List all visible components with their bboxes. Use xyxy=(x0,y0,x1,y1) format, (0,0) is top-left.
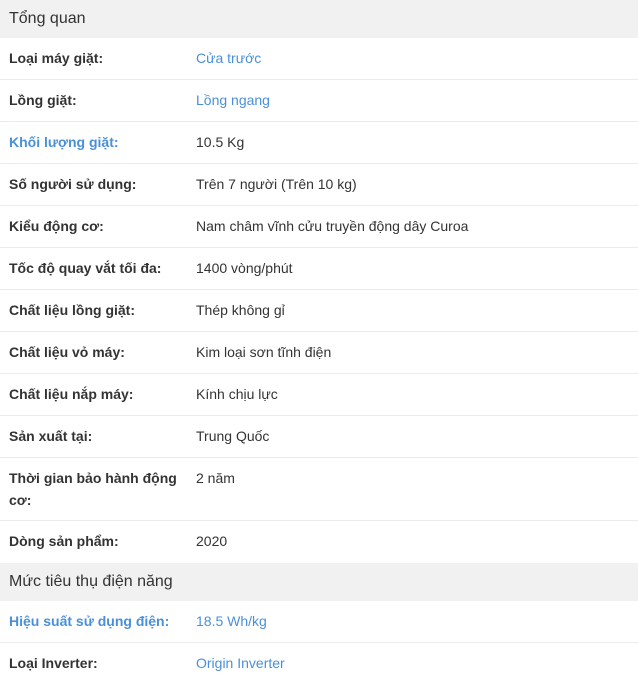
spec-value: Thép không gỉ xyxy=(196,302,285,318)
spec-value-link[interactable]: Origin Inverter xyxy=(196,652,638,674)
spec-label-link[interactable]: Hiệu suất sử dụng điện: xyxy=(0,610,196,632)
spec-row-body-material: Chất liệu vỏ máy: Kim loại sơn tĩnh điện xyxy=(0,332,638,374)
spec-label: Lồng giặt: xyxy=(9,92,77,108)
spec-label: Loại Inverter: xyxy=(9,655,98,671)
spec-label: Chất liệu nắp máy: xyxy=(9,386,134,402)
spec-value-link[interactable]: Lồng ngang xyxy=(196,89,638,111)
spec-value-link[interactable]: Cửa trước xyxy=(196,47,638,69)
spec-label: Tốc độ quay vắt tối đa: xyxy=(9,260,162,276)
spec-value: Nam châm vĩnh cửu truyền động dây Curoa xyxy=(196,218,469,234)
section-header-overview: Tổng quan xyxy=(0,0,638,38)
spec-row-inverter-type: Loại Inverter: Origin Inverter xyxy=(0,643,638,685)
spec-label: Sản xuất tại: xyxy=(9,428,93,444)
spec-label: Dòng sản phẩm: xyxy=(9,533,119,549)
spec-row-drum-type: Lồng giặt: Lồng ngang xyxy=(0,80,638,122)
section-header-power-consumption: Mức tiêu thụ điện năng xyxy=(0,563,638,601)
spec-row-lid-material: Chất liệu nắp máy: Kính chịu lực xyxy=(0,374,638,416)
spec-label-link[interactable]: Khối lượng giặt: xyxy=(0,131,196,153)
spec-row-spin-speed: Tốc độ quay vắt tối đa: 1400 vòng/phút xyxy=(0,248,638,290)
spec-value: 2 năm xyxy=(196,470,235,486)
spec-row-drum-material: Chất liệu lồng giặt: Thép không gỉ xyxy=(0,290,638,332)
spec-label: Số người sử dụng: xyxy=(9,176,137,192)
spec-value: Trung Quốc xyxy=(196,428,270,444)
spec-panel: Tổng quan Loại máy giặt: Cửa trước Lồng … xyxy=(0,0,638,685)
spec-label: Chất liệu lồng giặt: xyxy=(9,302,135,318)
spec-label: Loại máy giặt: xyxy=(9,50,104,66)
spec-row-users: Số người sử dụng: Trên 7 người (Trên 10 … xyxy=(0,164,638,206)
spec-row-wash-capacity: Khối lượng giặt: 10.5 Kg xyxy=(0,122,638,164)
spec-value-link[interactable]: 18.5 Wh/kg xyxy=(196,610,638,632)
spec-row-product-line: Dòng sản phẩm: 2020 xyxy=(0,521,638,563)
spec-value: 1400 vòng/phút xyxy=(196,260,293,276)
spec-value: Kim loại sơn tĩnh điện xyxy=(196,344,332,360)
spec-value: 10.5 Kg xyxy=(196,134,245,150)
spec-label: Chất liệu vỏ máy: xyxy=(9,344,125,360)
spec-row-motor-warranty: Thời gian bảo hành động cơ: 2 năm xyxy=(0,458,638,521)
spec-value: Kính chịu lực xyxy=(196,386,278,402)
spec-row-washer-type: Loại máy giặt: Cửa trước xyxy=(0,38,638,80)
spec-label: Thời gian bảo hành động cơ: xyxy=(9,470,177,508)
spec-label: Kiểu động cơ: xyxy=(9,218,104,234)
spec-row-power-efficiency: Hiệu suất sử dụng điện: 18.5 Wh/kg xyxy=(0,601,638,643)
spec-value: Trên 7 người (Trên 10 kg) xyxy=(196,176,357,192)
spec-row-motor-type: Kiểu động cơ: Nam châm vĩnh cửu truyền đ… xyxy=(0,206,638,248)
spec-row-made-in: Sản xuất tại: Trung Quốc xyxy=(0,416,638,458)
spec-value: 2020 xyxy=(196,533,228,549)
